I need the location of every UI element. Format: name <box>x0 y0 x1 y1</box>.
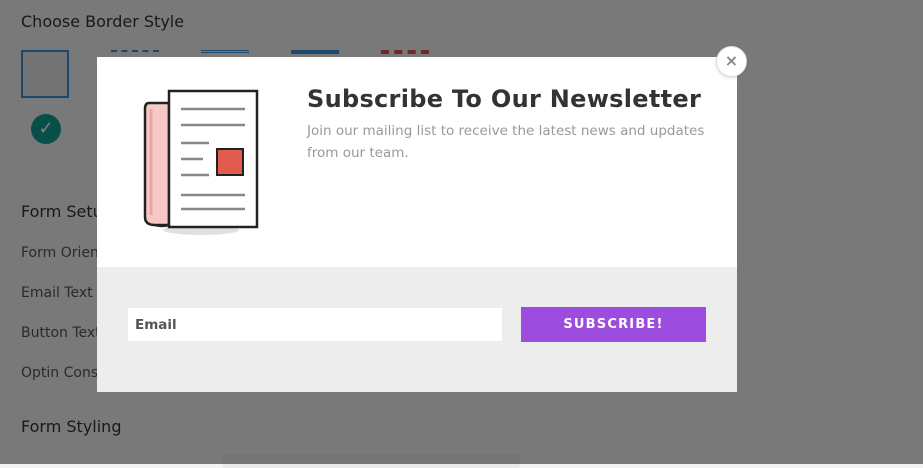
modal-title: Subscribe To Our Newsletter <box>307 85 702 113</box>
newspaper-icon <box>143 89 259 235</box>
newsletter-modal: Subscribe To Our Newsletter Join our mai… <box>97 57 737 392</box>
modal-description: Join our mailing list to receive the lat… <box>307 123 705 161</box>
subscribe-button[interactable]: SUBSCRIBE! <box>521 307 706 342</box>
email-input[interactable] <box>128 308 502 341</box>
close-icon[interactable]: × <box>716 46 747 77</box>
modal-header: Subscribe To Our Newsletter Join our mai… <box>97 57 737 267</box>
